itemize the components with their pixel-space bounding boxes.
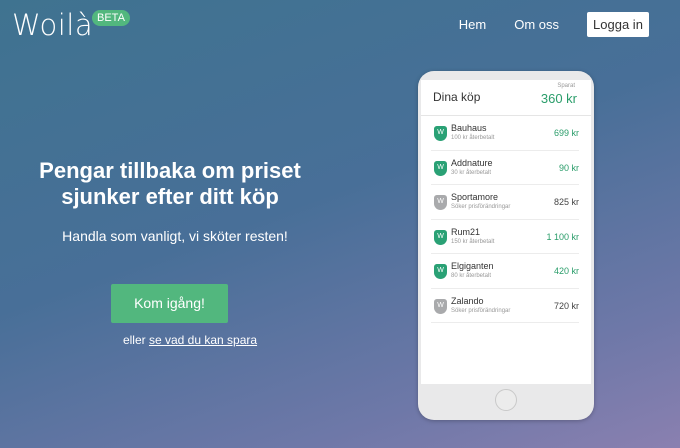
shop-status: 100 kr återbetalt	[451, 135, 495, 141]
purchase-list: W Bauhaus 100 kr återbetalt 699 kr W Addnatur…	[421, 116, 591, 323]
shield-w-green-icon: W	[434, 229, 447, 245]
purchase-amount: 825 kr	[553, 197, 579, 207]
beta-badge: BETA	[92, 10, 130, 26]
alt-prefix: eller	[122, 333, 146, 347]
purchase-amount: 720 kr	[553, 300, 579, 311]
shop-name: Zalando	[451, 295, 484, 306]
get-started-button[interactable]: Kom igång!	[111, 284, 228, 323]
shop-name: Rum21	[451, 226, 481, 237]
nav-link-about[interactable]: Om oss	[514, 17, 559, 32]
see-savings-link[interactable]: se vad du kan spara	[149, 333, 257, 347]
purchase-row[interactable]: W Zalando Söker prisförändringar 720 kr	[431, 289, 579, 323]
shop-status: 150 kr återbetalt	[451, 238, 495, 245]
phone-mockup: Dina köp Sparat 360 kr W Bauhaus 100 kr åt…	[418, 71, 594, 420]
shield-w-green-icon: W	[434, 160, 447, 176]
purchases-header: Dina köp Sparat 360 kr	[421, 80, 591, 116]
purchases-title: Dina köp	[433, 90, 481, 104]
shop-status: 80 kr återbetalt	[451, 273, 492, 279]
logo[interactable]: Woilà BETA	[12, 8, 130, 44]
login-button[interactable]: Logga in	[587, 12, 649, 37]
shop-name: Sportamore	[451, 192, 499, 202]
purchase-amount: 699 kr	[553, 128, 579, 138]
hero-subtitle: Handla som vanligt, vi sköter resten!	[62, 228, 288, 244]
shop-name: Addnature	[451, 157, 493, 168]
top-nav: Hem Om oss Logga in	[459, 12, 649, 37]
phone-screen: Dina köp Sparat 360 kr W Bauhaus 100 kr åt…	[421, 80, 591, 384]
hero-title: Pengar tillbaka om priset sjunker efter …	[39, 158, 301, 209]
shop-status: Söker prisförändringar	[451, 307, 511, 314]
shield-w-green-icon: W	[434, 126, 447, 141]
alt-savings-line: eller se vad du kan spara	[20, 333, 360, 347]
purchase-amount: 90 kr	[558, 162, 579, 173]
purchase-row[interactable]: W Addnature 30 kr återbetalt 90 kr	[431, 151, 579, 185]
shield-w-green-icon: W	[434, 264, 447, 279]
purchase-row[interactable]: W Bauhaus 100 kr återbetalt 699 kr	[431, 116, 579, 151]
shop-name: Elgiganten	[451, 261, 494, 271]
shield-w-grey-icon: W	[434, 195, 447, 210]
shop-name: Bauhaus	[451, 123, 487, 133]
purchase-amount: 420 kr	[553, 266, 579, 276]
purchase-row[interactable]: W Rum21 150 kr återbetalt 1 100 kr	[431, 220, 579, 254]
shop-status: Söker prisförändringar	[451, 204, 511, 210]
purchase-row[interactable]: W Sportamore Söker prisförändringar 825 kr	[431, 185, 579, 220]
shield-w-grey-icon: W	[434, 298, 447, 314]
purchase-row[interactable]: W Elgiganten 80 kr återbetalt 420 kr	[431, 254, 579, 289]
brand-name: Woilà	[12, 8, 94, 42]
purchase-amount: 1 100 kr	[546, 231, 579, 242]
saved-value: 360 kr	[540, 91, 577, 106]
phone-home-button	[495, 389, 517, 411]
shop-status: 30 kr återbetalt	[451, 169, 492, 176]
nav-link-home[interactable]: Hem	[459, 17, 486, 32]
saved-label: Sparat	[557, 83, 575, 89]
